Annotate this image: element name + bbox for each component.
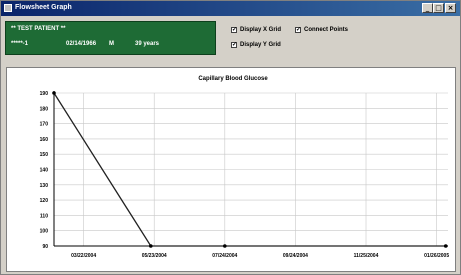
patient-id: *****-1 [11,41,29,47]
y-tick-label: 140 [40,168,49,174]
display-x-grid-label: Display X Grid [240,27,282,33]
x-tick-label: 05/23/2004 [142,253,167,259]
y-tick-label: 180 [40,106,49,112]
x-tick-label: 11/25/2004 [354,253,379,259]
data-point [443,244,448,248]
data-point [52,91,56,95]
connect-points-option[interactable]: ✓ Connect Points [295,27,348,33]
patient-name: ** TEST PATIENT ** [11,26,66,32]
display-y-grid-checkbox[interactable]: ✓ [231,42,237,48]
y-tick-label: 170 [40,122,49,128]
minimize-button[interactable]: _ [422,3,433,13]
y-tick-label: 90 [42,244,48,250]
glucose-chart: Capillary Blood Glucose 90 100 110 120 130 14… [40,76,450,259]
data-point [148,244,153,248]
app-icon [4,4,12,12]
display-x-grid-option[interactable]: ✓ Display X Grid [231,27,281,33]
y-tick-label: 100 [40,229,49,235]
data-point [223,244,227,248]
patient-age: 39 years [135,41,160,47]
window-title: Flowsheet Graph [15,4,72,11]
patient-dob: 02/14/1966 [66,41,97,47]
flowsheet-graph-window: Flowsheet Graph _ □ × ** TEST PATIENT **… [0,0,461,275]
title-bar[interactable]: Flowsheet Graph _ □ × [1,1,460,16]
maximize-button[interactable]: □ [433,3,444,13]
y-tick-label: 110 [40,213,48,219]
x-tick-label: 09/24/2004 [283,253,308,259]
x-tick-label: 03/22/2004 [71,253,96,259]
y-tick-label: 120 [40,198,49,204]
display-y-grid-option[interactable]: ✓ Display Y Grid [231,42,281,48]
chart-title: Capillary Blood Glucose [198,76,268,82]
y-tick-label: 150 [40,152,49,158]
x-tick-label: 01/26/2005 [424,253,449,259]
y-tick-label: 190 [40,91,49,97]
connect-points-label: Connect Points [304,27,349,33]
display-y-grid-label: Display Y Grid [240,42,281,48]
x-tick-label: 07/24/2004 [212,253,237,259]
display-x-grid-checkbox[interactable]: ✓ [231,27,237,33]
y-tick-label: 130 [40,183,49,189]
close-button[interactable]: × [445,3,456,13]
chart-area: Capillary Blood Glucose 90 100 110 120 130 14… [6,67,456,272]
patient-sex: M [109,41,114,47]
connect-points-checkbox[interactable]: ✓ [295,27,301,33]
y-tick-label: 160 [40,137,49,143]
patient-banner: ** TEST PATIENT ** *****-1 02/14/1966 M … [5,21,216,55]
